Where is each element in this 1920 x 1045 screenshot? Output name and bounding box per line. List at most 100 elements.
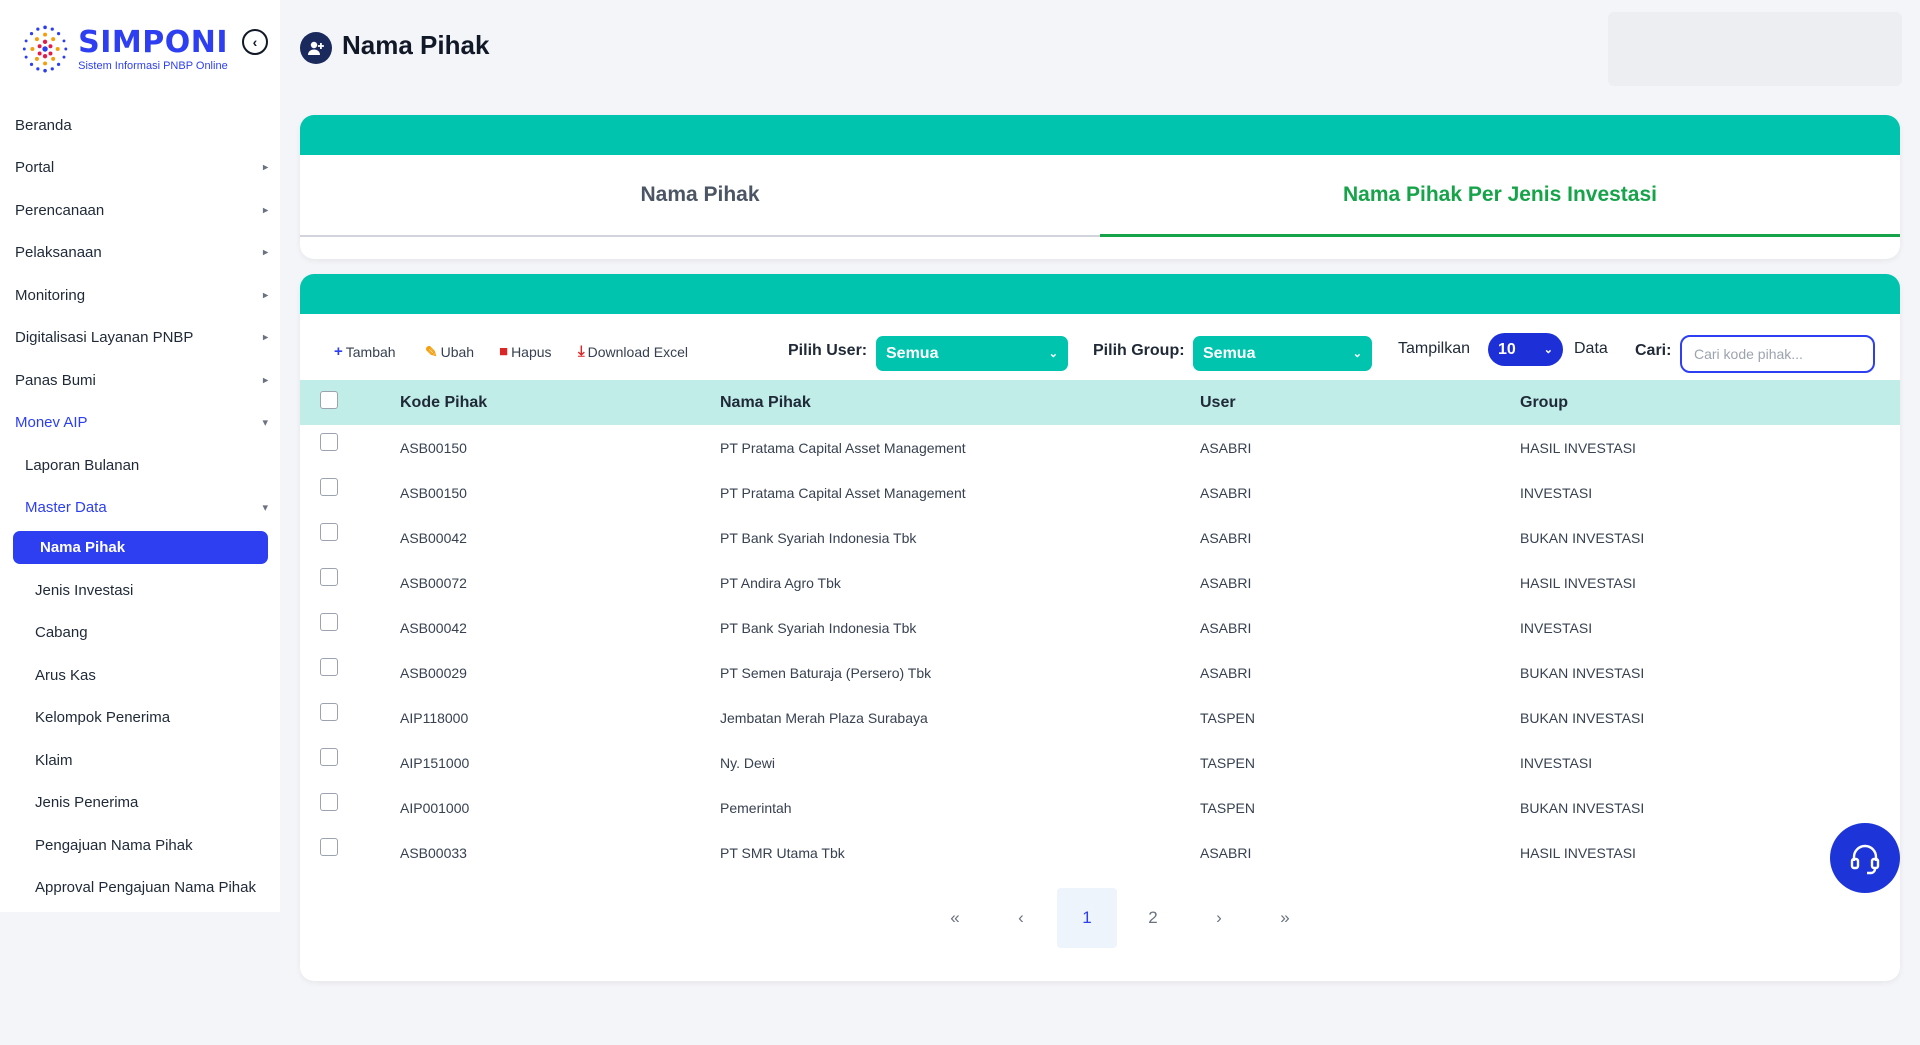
page-size-value: 10 <box>1498 340 1516 358</box>
group-filter-select[interactable]: Semua ⌄ <box>1193 336 1372 371</box>
column-header-group[interactable]: Group <box>1520 380 1900 425</box>
table-row[interactable]: ASB00042 PT Bank Syariah Indonesia Tbk A… <box>300 515 1900 560</box>
sidebar-item-label: Portal <box>15 159 55 177</box>
last-page-button[interactable]: » <box>1255 888 1315 948</box>
sidebar-item-label: Laporan Bulanan <box>25 456 140 474</box>
sidebar-item-jenis-investasi[interactable]: Jenis Investasi <box>0 569 280 612</box>
data-table-card: + Tambah ✎ Ubah ■ Hapus ⤓ Download Excel… <box>300 274 1900 981</box>
table-row[interactable]: ASB00150 PT Pratama Capital Asset Manage… <box>300 425 1900 470</box>
tab-nama-pihak[interactable]: Nama Pihak <box>300 155 1100 237</box>
cell-nama-pihak: PT SMR Utama Tbk <box>720 845 845 861</box>
select-all-checkbox[interactable] <box>320 391 338 409</box>
search-input[interactable] <box>1680 335 1875 373</box>
row-checkbox-cell <box>300 695 400 740</box>
cell-nama-pihak: PT Bank Syariah Indonesia Tbk <box>720 620 917 636</box>
table-row[interactable]: ASB00072 PT Andira Agro Tbk ASABRI HASIL… <box>300 560 1900 605</box>
chevron-right-icon: ▾ <box>259 334 272 341</box>
cell-group: HASIL INVESTASI <box>1520 575 1636 591</box>
user-filter-select[interactable]: Semua ⌄ <box>876 336 1068 371</box>
trash-icon: ■ <box>499 343 509 360</box>
sidebar-item-label: Monev AIP <box>15 414 88 432</box>
simponi-logo[interactable]: SIMPONI Sistem Informasi PNBP Online <box>18 18 228 80</box>
sidebar-item-cabang[interactable]: Cabang <box>0 612 280 655</box>
cell-nama-pihak: Pemerintah <box>720 800 792 816</box>
table-row[interactable]: AIP151000 Ny. Dewi TASPEN INVESTASI <box>300 740 1900 785</box>
column-header-kode-pihak[interactable]: Kode Pihak <box>400 380 720 425</box>
row-checkbox-cell <box>300 740 400 785</box>
cell-kode-pihak: ASB00150 <box>400 440 467 456</box>
table-row[interactable]: AIP118000 Jembatan Merah Plaza Surabaya … <box>300 695 1900 740</box>
table-row[interactable]: ASB00150 PT Pratama Capital Asset Manage… <box>300 470 1900 515</box>
sidebar-item-monitoring[interactable]: Monitoring ▾ <box>0 274 280 317</box>
edit-button[interactable]: ✎ Ubah <box>425 343 474 361</box>
sidebar-item-jenis-penerima[interactable]: Jenis Penerima <box>0 782 280 825</box>
sidebar-item-label: Beranda <box>15 116 72 134</box>
table-header-row: Kode Pihak Nama Pihak User Group <box>300 380 1900 425</box>
card-header-bar <box>300 274 1900 314</box>
first-page-button[interactable]: « <box>925 888 985 948</box>
user-add-icon <box>300 32 332 64</box>
next-page-button[interactable]: › <box>1189 888 1249 948</box>
page-title: Nama Pihak <box>342 30 490 60</box>
group-filter-value: Semua <box>1203 344 1256 362</box>
column-header-user[interactable]: User <box>1200 380 1520 425</box>
row-checkbox[interactable] <box>320 568 338 586</box>
user-filter-value: Semua <box>886 344 939 362</box>
sidebar-item-nama-pihak[interactable]: Nama Pihak <box>13 531 268 564</box>
show-suffix: Data <box>1574 340 1608 357</box>
header-user-box[interactable] <box>1608 12 1902 86</box>
cell-nama-pihak: PT Pratama Capital Asset Management <box>720 485 966 501</box>
row-checkbox[interactable] <box>320 523 338 541</box>
sidebar-item-laporan-bulanan[interactable]: Laporan Bulanan <box>0 444 280 487</box>
row-checkbox[interactable] <box>320 433 338 451</box>
sidebar-item-beranda[interactable]: Beranda <box>0 104 280 147</box>
sidebar-item-portal[interactable]: Portal ▾ <box>0 147 280 190</box>
row-checkbox-cell <box>300 425 400 470</box>
cell-group: BUKAN INVESTASI <box>1520 665 1645 681</box>
page-button-2[interactable]: 2 <box>1123 888 1183 948</box>
cell-user: ASABRI <box>1200 845 1252 861</box>
sidebar-item-label: Master Data <box>25 499 107 517</box>
sidebar-item-label: Perencanaan <box>15 201 105 219</box>
delete-button[interactable]: ■ Hapus <box>499 343 552 360</box>
collapse-sidebar-icon[interactable]: ‹ <box>242 29 268 55</box>
cell-kode-pihak: ASB00072 <box>400 575 467 591</box>
sidebar-item-master-data[interactable]: Master Data ▾ <box>0 487 280 530</box>
sidebar-item-monev-aip[interactable]: Monev AIP ▾ <box>0 402 280 445</box>
table-row[interactable]: ASB00033 PT SMR Utama Tbk ASABRI HASIL I… <box>300 830 1900 875</box>
tab-nama-pihak-per-jenis-investasi[interactable]: Nama Pihak Per Jenis Investasi <box>1100 155 1900 237</box>
column-header-nama-pihak[interactable]: Nama Pihak <box>720 380 1200 425</box>
table-row[interactable]: AIP001000 Pemerintah TASPEN BUKAN INVEST… <box>300 785 1900 830</box>
download-button-label: Download Excel <box>587 343 689 360</box>
sidebar-item-label: Nama Pihak <box>40 539 126 556</box>
prev-page-button[interactable]: ‹ <box>991 888 1051 948</box>
sidebar-item-digitalisasi[interactable]: Digitalisasi Layanan PNBP ▾ <box>0 317 280 360</box>
cell-user: ASABRI <box>1200 530 1252 546</box>
table-row[interactable]: ASB00042 PT Bank Syariah Indonesia Tbk A… <box>300 605 1900 650</box>
sidebar-item-label: Digitalisasi Layanan PNBP <box>15 329 194 347</box>
row-checkbox[interactable] <box>320 838 338 856</box>
row-checkbox[interactable] <box>320 748 338 766</box>
sidebar-item-pelaksanaan[interactable]: Pelaksanaan ▾ <box>0 232 280 275</box>
row-checkbox[interactable] <box>320 703 338 721</box>
download-excel-button[interactable]: ⤓ Download Excel <box>578 343 688 360</box>
add-button[interactable]: + Tambah <box>334 343 396 360</box>
sidebar-item-klaim[interactable]: Klaim <box>0 739 280 782</box>
page-size-select[interactable]: 10 ⌄ <box>1488 333 1563 366</box>
user-filter-label: Pilih User: <box>788 342 868 359</box>
row-checkbox[interactable] <box>320 478 338 496</box>
sidebar-item-approval-pengajuan[interactable]: Approval Pengajuan Nama Pihak <box>0 867 280 910</box>
table-row[interactable]: ASB00029 PT Semen Baturaja (Persero) Tbk… <box>300 650 1900 695</box>
sidebar-item-kelompok-penerima[interactable]: Kelompok Penerima <box>0 697 280 740</box>
sidebar-item-panas-bumi[interactable]: Panas Bumi ▾ <box>0 359 280 402</box>
headset-support-icon[interactable] <box>1830 823 1900 893</box>
group-filter-label: Pilih Group: <box>1093 342 1185 359</box>
sidebar-item-arus-kas[interactable]: Arus Kas <box>0 654 280 697</box>
row-checkbox[interactable] <box>320 658 338 676</box>
row-checkbox[interactable] <box>320 793 338 811</box>
sidebar-item-perencanaan[interactable]: Perencanaan ▾ <box>0 189 280 232</box>
page-button-1[interactable]: 1 <box>1057 888 1117 948</box>
row-checkbox[interactable] <box>320 613 338 631</box>
sidebar-item-pengajuan-nama-pihak[interactable]: Pengajuan Nama Pihak <box>0 824 280 867</box>
cell-user: ASABRI <box>1200 485 1252 501</box>
